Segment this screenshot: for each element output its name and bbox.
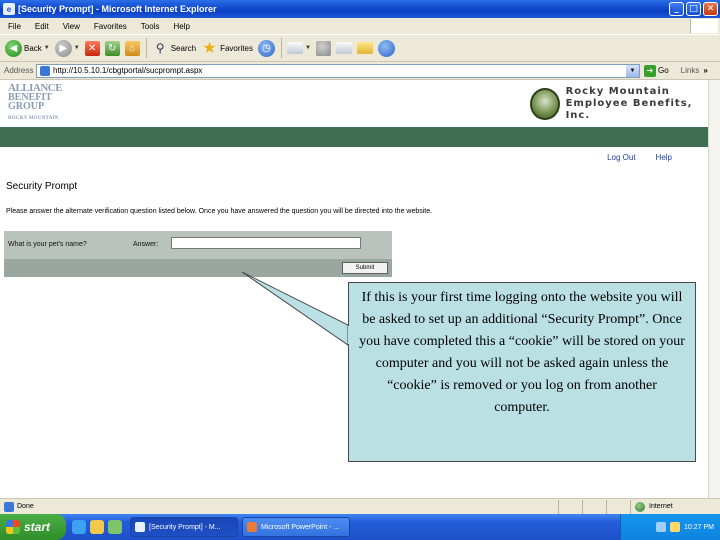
- browser-window: e [Security Prompt] - Microsoft Internet…: [0, 0, 720, 540]
- system-tray: 10:27 PM: [620, 514, 720, 540]
- toolbar: ◀ Back ▼ ▶ ▼ ✕ ↻ ⌂ ⚲ Search ★ Favorites …: [0, 34, 720, 62]
- taskbar-item-powerpoint[interactable]: Microsoft PowerPoint - ...: [242, 517, 350, 537]
- header-band: [0, 127, 708, 147]
- messenger-icon: [377, 39, 395, 57]
- minimize-button[interactable]: _: [669, 2, 684, 16]
- help-link[interactable]: Help: [656, 153, 672, 162]
- print-icon: [315, 40, 331, 56]
- ie-icon: e: [3, 3, 15, 15]
- stop-button[interactable]: ✕: [84, 40, 100, 56]
- home-button[interactable]: ⌂: [124, 40, 140, 56]
- volume-icon[interactable]: [670, 522, 681, 532]
- address-label: Address: [4, 66, 34, 75]
- back-dropdown-icon[interactable]: ▼: [44, 45, 50, 51]
- links-button[interactable]: Links: [681, 66, 700, 75]
- windows-logo-icon: [690, 19, 718, 33]
- security-question-label: What is your pet's name?: [8, 241, 87, 248]
- page-icon: [40, 65, 50, 76]
- favorites-label: Favorites: [220, 43, 253, 53]
- instructions-text: Please answer the alternate verification…: [6, 208, 433, 215]
- home-icon: ⌂: [124, 40, 140, 56]
- toolbar-separator: [280, 38, 282, 58]
- close-button[interactable]: ✕: [703, 2, 718, 16]
- clock: 10:27 PM: [684, 523, 714, 531]
- edit-icon: [335, 42, 352, 54]
- powerpoint-icon: [247, 522, 257, 532]
- menu-file[interactable]: File: [8, 22, 21, 31]
- messenger-button[interactable]: [377, 39, 395, 57]
- top-nav: Log Out Help: [587, 153, 672, 162]
- security-zone: Internet: [630, 499, 720, 514]
- status-text: Done: [17, 503, 34, 510]
- go-arrow-icon: ➔: [644, 64, 656, 77]
- history-icon: ◷: [257, 39, 275, 57]
- search-button[interactable]: ⚲ Search: [152, 40, 196, 57]
- favorites-star-icon: ★: [202, 40, 217, 57]
- chevron-icon[interactable]: »: [703, 66, 707, 75]
- zone-label: Internet: [649, 503, 673, 510]
- refresh-button[interactable]: ↻: [104, 40, 120, 56]
- folder-button[interactable]: [356, 42, 373, 54]
- folder-quicklaunch-icon[interactable]: [90, 520, 104, 534]
- history-button[interactable]: ◷: [257, 39, 275, 57]
- forward-arrow-icon: ▶: [54, 39, 72, 57]
- print-button[interactable]: [315, 40, 331, 56]
- desktop-quicklaunch-icon[interactable]: [108, 520, 122, 534]
- ie-quicklaunch-icon[interactable]: [72, 520, 86, 534]
- menu-bar: File Edit View Favorites Tools Help: [0, 18, 720, 34]
- mail-dropdown-icon[interactable]: ▼: [305, 45, 311, 51]
- search-label: Search: [170, 43, 197, 53]
- submit-button[interactable]: Submit: [342, 262, 388, 274]
- vertical-scrollbar[interactable]: [708, 80, 720, 498]
- menu-tools[interactable]: Tools: [141, 22, 160, 31]
- mountain-man-emblem-icon: [530, 88, 560, 120]
- mail-icon: [286, 42, 303, 54]
- rocky-mountain-logo: Rocky Mountain Employee Benefits, Inc.: [530, 86, 708, 122]
- back-label: Back: [24, 43, 42, 53]
- callout-box: If this is your first time logging onto …: [348, 282, 696, 462]
- address-dropdown-icon[interactable]: ▼: [626, 64, 639, 77]
- start-button[interactable]: start: [0, 514, 66, 540]
- taskbar-item-ie[interactable]: [Security Prompt] - M...: [130, 517, 238, 537]
- stop-icon: ✕: [84, 40, 100, 56]
- go-label: Go: [658, 66, 669, 75]
- security-question-form: What is your pet's name? Answer: Submit: [4, 231, 392, 277]
- maximize-button[interactable]: □: [686, 2, 701, 16]
- menu-edit[interactable]: Edit: [35, 22, 49, 31]
- forward-button[interactable]: ▶ ▼: [54, 39, 80, 57]
- quick-launch: [72, 520, 126, 534]
- toolbar-separator: [145, 38, 147, 58]
- page-done-icon: [4, 501, 14, 512]
- menu-favorites[interactable]: Favorites: [94, 22, 127, 31]
- taskbar: start [Security Prompt] - M... Microsoft…: [0, 514, 720, 540]
- mail-button[interactable]: ▼: [286, 42, 311, 54]
- internet-globe-icon: [635, 501, 645, 512]
- refresh-icon: ↻: [104, 40, 120, 56]
- answer-input[interactable]: [171, 237, 361, 249]
- ie-icon: [135, 522, 145, 532]
- alliance-logo: ALLIANCE BENEFIT GROUP ROCKY MOUNTAIN: [8, 82, 63, 122]
- page-title: Security Prompt: [6, 181, 78, 192]
- search-icon: ⚲: [155, 41, 165, 55]
- status-bar: Done Internet: [0, 498, 720, 514]
- menu-view[interactable]: View: [63, 22, 80, 31]
- window-title: [Security Prompt] - Microsoft Internet E…: [18, 4, 217, 14]
- forward-dropdown-icon[interactable]: ▼: [74, 45, 80, 51]
- back-arrow-icon: ◀: [5, 39, 22, 57]
- favorites-button[interactable]: ★ Favorites: [201, 40, 253, 57]
- menu-help[interactable]: Help: [173, 22, 189, 31]
- address-url[interactable]: http://10.5.10.1/cbgtportal/sucprompt.as…: [53, 66, 626, 75]
- folder-icon: [356, 42, 373, 54]
- answer-label: Answer:: [133, 241, 159, 248]
- edit-button[interactable]: [335, 42, 352, 54]
- windows-flag-icon: [6, 520, 20, 534]
- address-bar: Address http://10.5.10.1/cbgtportal/sucp…: [0, 62, 720, 80]
- title-bar[interactable]: e [Security Prompt] - Microsoft Internet…: [0, 0, 720, 18]
- back-button[interactable]: ◀ Back ▼: [5, 39, 50, 57]
- go-button[interactable]: ➔ Go: [644, 64, 669, 77]
- address-input[interactable]: http://10.5.10.1/cbgtportal/sucprompt.as…: [36, 63, 640, 78]
- network-icon[interactable]: [656, 522, 667, 532]
- logout-link[interactable]: Log Out: [607, 153, 635, 162]
